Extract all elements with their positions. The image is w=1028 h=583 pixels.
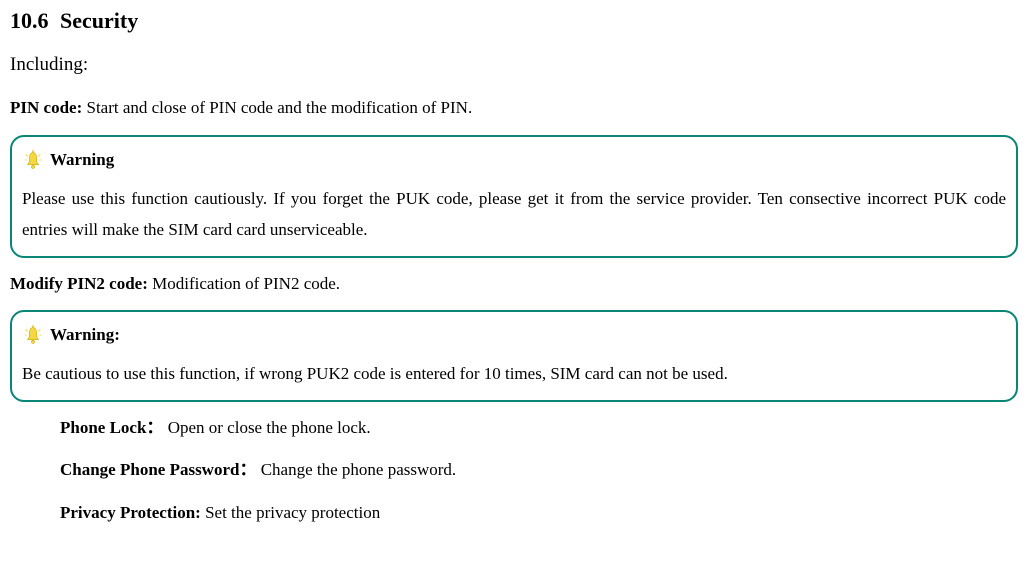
phone-lock-label: Phone Lock： [60, 418, 163, 437]
modify-pin2-text: Modification of PIN2 code. [148, 274, 340, 293]
intro-text: Including: [10, 54, 1018, 76]
warning-header-2: Warning: [22, 324, 1006, 346]
privacy-protection-text: Set the privacy protection [201, 503, 380, 522]
warning-header-1: Warning [22, 149, 1006, 171]
change-password-text: Change the phone password. [256, 460, 456, 479]
privacy-protection-label: Privacy Protection: [60, 503, 201, 522]
bell-icon [22, 149, 44, 171]
pin-code-line: PIN code: Start and close of PIN code an… [10, 96, 1018, 121]
indented-items: Phone Lock： Open or close the phone lock… [60, 416, 1018, 526]
phone-lock-text: Open or close the phone lock. [163, 418, 370, 437]
pin-code-text: Start and close of PIN code and the modi… [82, 98, 472, 117]
warning-box-1: Warning Please use this function cautiou… [10, 135, 1018, 258]
change-password-line: Change Phone Password： Change the phone … [60, 458, 1018, 483]
bell-icon [22, 324, 44, 346]
pin-code-label: PIN code: [10, 98, 82, 117]
section-title: Security [60, 8, 138, 33]
modify-pin2-label: Modify PIN2 code: [10, 274, 148, 293]
warning-body-2: Be cautious to use this function, if wro… [22, 358, 1006, 389]
warning-box-2: Warning: Be cautious to use this functio… [10, 310, 1018, 401]
warning-body-1: Please use this function cautiously. If … [22, 183, 1006, 246]
modify-pin2-line: Modify PIN2 code: Modification of PIN2 c… [10, 272, 1018, 297]
section-heading: 10.6 Security [10, 8, 1018, 34]
section-number: 10.6 [10, 8, 49, 33]
phone-lock-line: Phone Lock： Open or close the phone lock… [60, 416, 1018, 441]
privacy-protection-line: Privacy Protection: Set the privacy prot… [60, 501, 1018, 526]
change-password-label: Change Phone Password： [60, 460, 256, 479]
warning-label-2: Warning: [50, 325, 120, 345]
warning-label-1: Warning [50, 150, 114, 170]
